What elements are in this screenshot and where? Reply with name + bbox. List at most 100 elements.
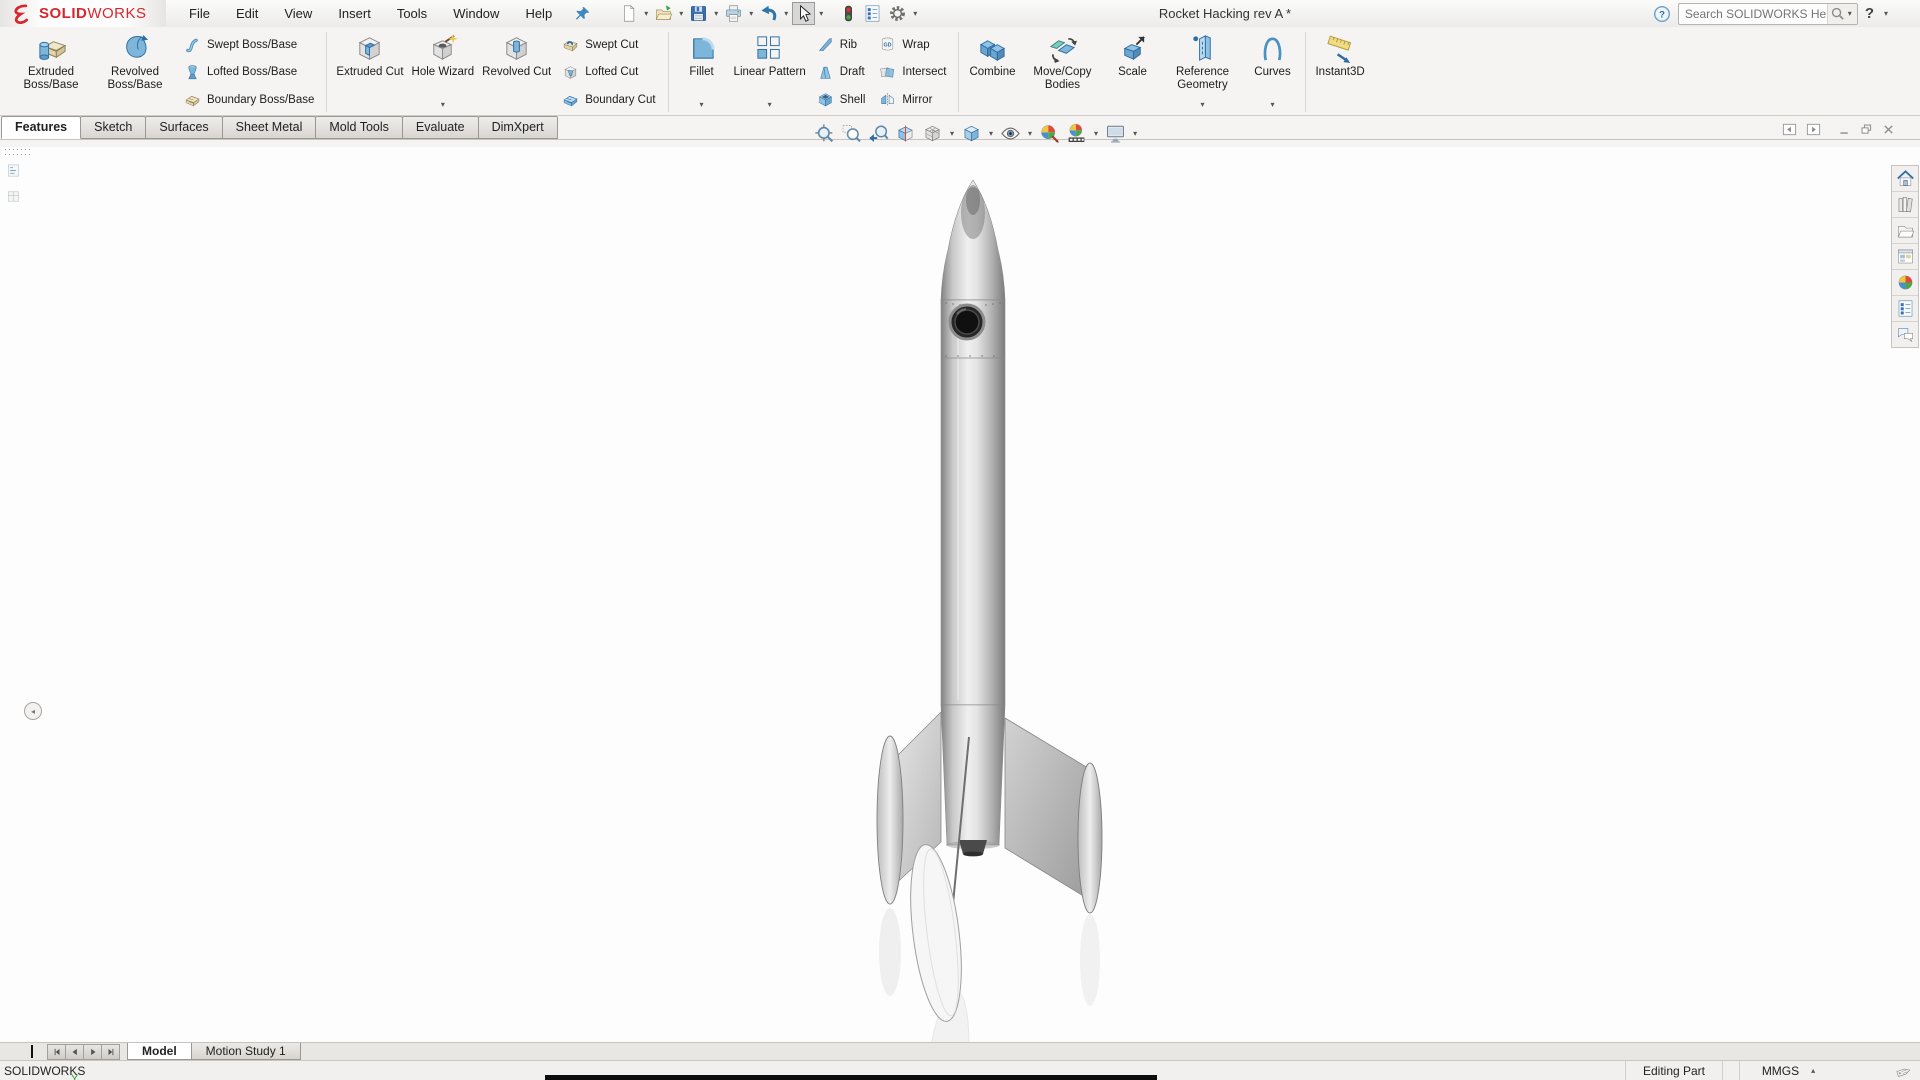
move-copy-bodies-button[interactable]: Move/Copy Bodies bbox=[1020, 30, 1104, 112]
fillet-dropdown-icon[interactable]: ▾ bbox=[700, 101, 704, 109]
fillet-button[interactable]: Fillet▾ bbox=[674, 30, 730, 112]
tab-evaluate[interactable]: Evaluate bbox=[402, 116, 479, 139]
view-orientation-dropdown-icon[interactable]: ▾ bbox=[950, 130, 954, 138]
custom-properties-tab[interactable] bbox=[1892, 296, 1918, 322]
mirror-button[interactable]: Mirror bbox=[874, 89, 951, 110]
apply-scene-dropdown-icon[interactable]: ▾ bbox=[1094, 130, 1098, 138]
tab-sketch[interactable]: Sketch bbox=[80, 116, 146, 139]
zoom-to-fit-button[interactable] bbox=[812, 120, 837, 147]
tab-mold-tools[interactable]: Mold Tools bbox=[315, 116, 403, 139]
reference-geometry-dropdown-icon[interactable]: ▾ bbox=[1200, 101, 1204, 109]
menu-edit[interactable]: Edit bbox=[223, 1, 271, 27]
pin-icon[interactable] bbox=[575, 6, 590, 21]
print-button[interactable] bbox=[722, 2, 745, 25]
hole-wizard-dropdown-icon[interactable]: ▾ bbox=[441, 101, 445, 109]
rebuild-button[interactable] bbox=[838, 3, 859, 24]
swept-boss-base-button[interactable]: Swept Boss/Base bbox=[179, 34, 319, 55]
graphics-viewport[interactable]: ·············· ◂ bbox=[0, 147, 1920, 1042]
revolved-cut-button[interactable]: Revolved Cut bbox=[478, 30, 555, 112]
options-button[interactable] bbox=[886, 2, 909, 25]
revolved-boss-base-button[interactable]: Revolved Boss/Base bbox=[93, 30, 177, 112]
curves-dropdown-icon[interactable]: ▾ bbox=[1270, 101, 1274, 109]
undo-dropdown-icon[interactable]: ▾ bbox=[784, 10, 788, 18]
reference-geometry-button[interactable]: Reference Geometry▾ bbox=[1160, 30, 1244, 112]
intersect-button[interactable]: Intersect bbox=[874, 62, 951, 83]
tab-scroll-next-button[interactable] bbox=[84, 1045, 102, 1059]
new-button[interactable] bbox=[617, 2, 640, 25]
collapse-left-pane-icon[interactable] bbox=[1782, 122, 1797, 137]
zoom-to-area-button[interactable] bbox=[839, 120, 864, 147]
extruded-boss-base-button[interactable]: Extruded Boss/Base bbox=[9, 30, 93, 112]
help-dropdown-icon[interactable]: ▾ bbox=[1884, 10, 1888, 18]
help-badge-icon[interactable]: ? bbox=[1653, 5, 1671, 23]
print-dropdown-icon[interactable]: ▾ bbox=[749, 10, 753, 18]
search-dropdown-icon[interactable]: ▾ bbox=[1848, 10, 1852, 18]
tab-features[interactable]: Features bbox=[1, 116, 81, 139]
tab-model[interactable]: Model bbox=[127, 1043, 192, 1060]
status-units[interactable]: MMGS ▴ bbox=[1740, 1061, 1840, 1080]
apply-scene-button[interactable] bbox=[1064, 120, 1089, 147]
lofted-cut-button[interactable]: Lofted Cut bbox=[557, 62, 660, 83]
combine-button[interactable]: Combine bbox=[964, 30, 1020, 112]
file-explorer-tab[interactable] bbox=[1892, 218, 1918, 244]
menu-tools[interactable]: Tools bbox=[384, 1, 440, 27]
save-dropdown-icon[interactable]: ▾ bbox=[714, 10, 718, 18]
tab-motion-study-1[interactable]: Motion Study 1 bbox=[191, 1043, 301, 1060]
file-properties-button[interactable] bbox=[861, 2, 884, 25]
model-rocket[interactable] bbox=[0, 147, 1920, 1042]
tag-icon[interactable] bbox=[1895, 1063, 1912, 1080]
search-go[interactable]: ▾ bbox=[1827, 4, 1857, 24]
select-button[interactable] bbox=[792, 2, 815, 25]
scale-button[interactable]: Scale bbox=[1104, 30, 1160, 112]
boundary-boss-base-button[interactable]: Boundary Boss/Base bbox=[179, 89, 319, 110]
menu-file[interactable]: File bbox=[176, 1, 223, 27]
save-button[interactable] bbox=[687, 2, 710, 25]
menu-window[interactable]: Window bbox=[440, 1, 512, 27]
hide-show-items-button[interactable] bbox=[998, 120, 1023, 147]
rib-button[interactable]: Rib bbox=[812, 34, 871, 55]
doc-restore-icon[interactable] bbox=[1860, 123, 1873, 136]
view-palette-tab[interactable] bbox=[1892, 244, 1918, 270]
solidworks-resources-tab[interactable] bbox=[1892, 166, 1918, 192]
section-view-button[interactable] bbox=[893, 120, 918, 147]
new-dropdown-icon[interactable]: ▾ bbox=[644, 10, 648, 18]
search-input[interactable] bbox=[1679, 7, 1827, 21]
menu-insert[interactable]: Insert bbox=[325, 1, 384, 27]
menu-help[interactable]: Help bbox=[512, 1, 565, 27]
view-settings-button[interactable] bbox=[1103, 120, 1128, 147]
view-orientation-button[interactable] bbox=[920, 120, 945, 147]
menu-view[interactable]: View bbox=[271, 1, 325, 27]
tab-scroll-first-button[interactable] bbox=[48, 1045, 66, 1059]
display-style-button[interactable] bbox=[959, 120, 984, 147]
lofted-boss-base-button[interactable]: Lofted Boss/Base bbox=[179, 62, 319, 83]
tab-splitter[interactable] bbox=[31, 1045, 33, 1058]
tab-sheet-metal[interactable]: Sheet Metal bbox=[222, 116, 317, 139]
select-dropdown-icon[interactable]: ▾ bbox=[819, 10, 823, 18]
draft-button[interactable]: Draft bbox=[812, 62, 871, 83]
tab-scroll-prev-button[interactable] bbox=[66, 1045, 84, 1059]
extruded-cut-button[interactable]: Extruded Cut bbox=[332, 30, 407, 112]
boundary-cut-button[interactable]: Boundary Cut bbox=[557, 89, 660, 110]
wrap-button[interactable]: GDWrap bbox=[874, 34, 951, 55]
tab-scroll-last-button[interactable] bbox=[102, 1045, 119, 1059]
instant3d-button[interactable]: Instant3D bbox=[1311, 30, 1368, 112]
swept-cut-button[interactable]: Swept Cut bbox=[557, 34, 660, 55]
curves-button[interactable]: Curves▾ bbox=[1244, 30, 1300, 112]
tab-surfaces[interactable]: Surfaces bbox=[145, 116, 222, 139]
doc-close-icon[interactable] bbox=[1882, 123, 1895, 136]
edit-appearance-button[interactable] bbox=[1037, 120, 1062, 147]
doc-minimize-icon[interactable] bbox=[1838, 123, 1851, 136]
undo-button[interactable] bbox=[757, 2, 780, 25]
hide-show-items-dropdown-icon[interactable]: ▾ bbox=[1028, 130, 1032, 138]
linear-pattern-dropdown-icon[interactable]: ▾ bbox=[768, 101, 772, 109]
view-settings-dropdown-icon[interactable]: ▾ bbox=[1133, 130, 1137, 138]
solidworks-forum-tab[interactable] bbox=[1892, 322, 1918, 347]
tab-dimxpert[interactable]: DimXpert bbox=[478, 116, 558, 139]
design-library-tab[interactable] bbox=[1892, 192, 1918, 218]
help-icon[interactable]: ? bbox=[1865, 5, 1874, 22]
open-dropdown-icon[interactable]: ▾ bbox=[679, 10, 683, 18]
collapse-right-pane-icon[interactable] bbox=[1806, 122, 1821, 137]
open-button[interactable] bbox=[652, 2, 675, 25]
previous-view-button[interactable] bbox=[866, 120, 891, 147]
options-dropdown-icon[interactable]: ▾ bbox=[913, 10, 917, 18]
